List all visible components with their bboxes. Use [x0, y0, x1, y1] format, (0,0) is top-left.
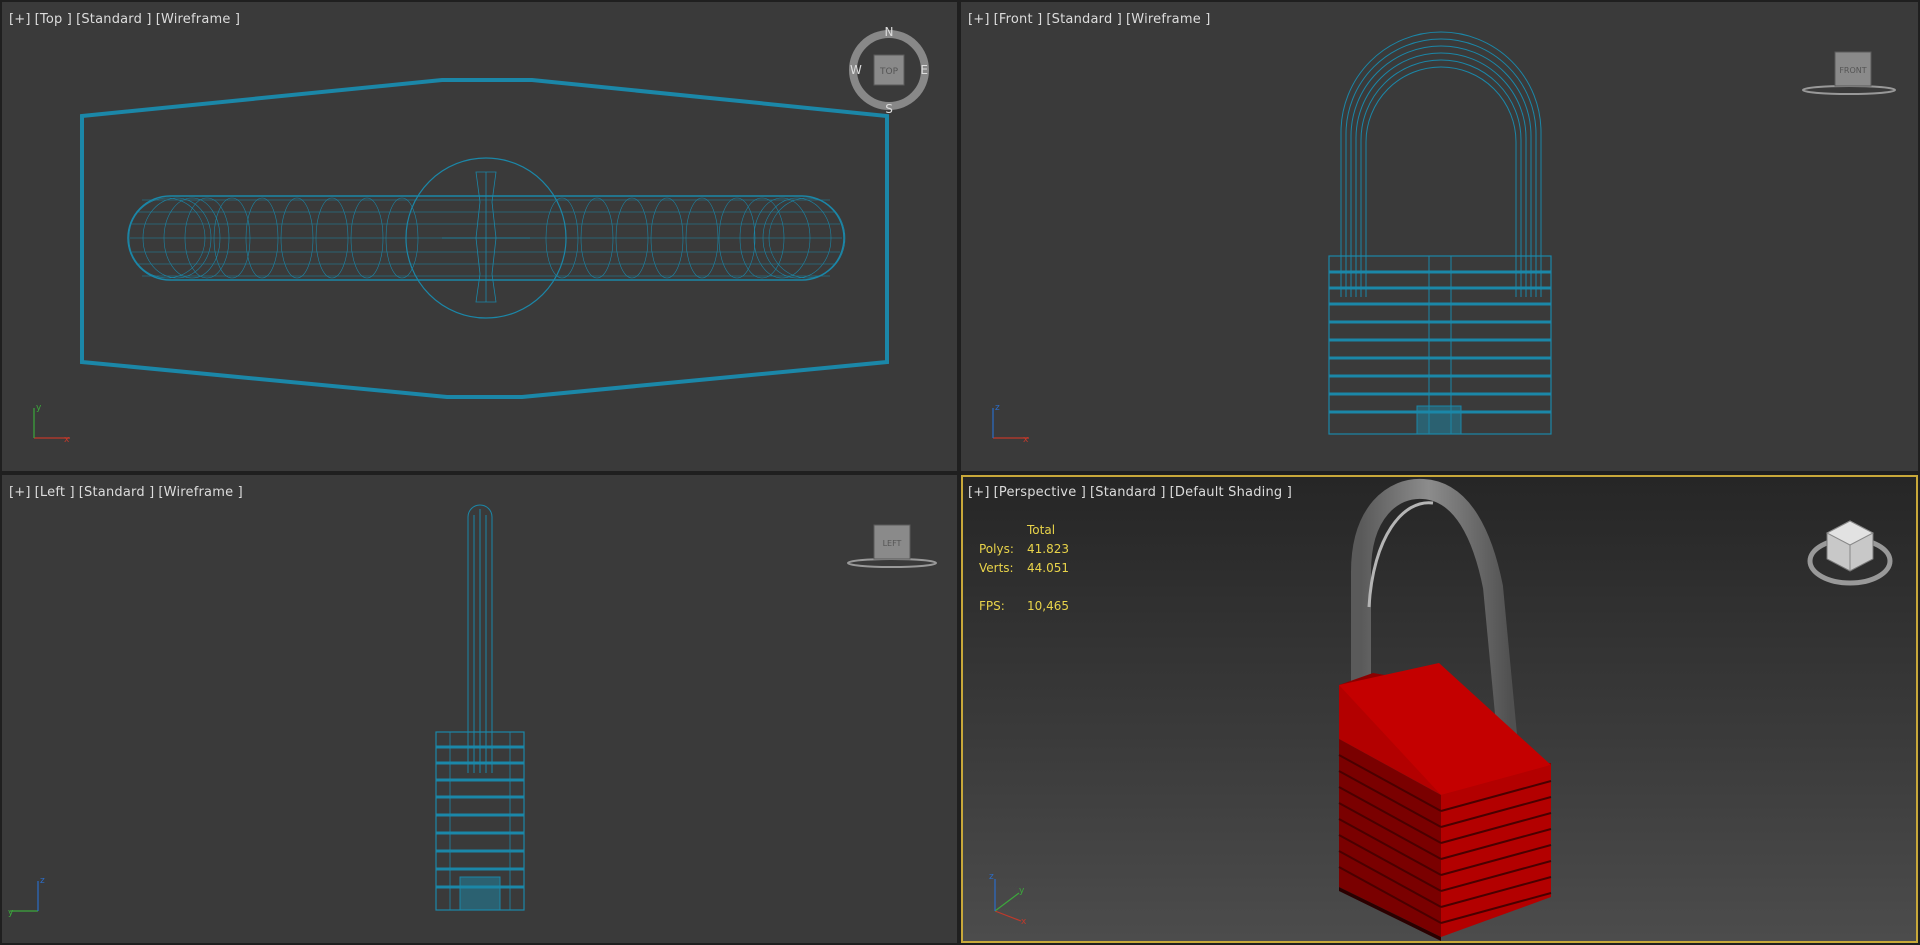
- axis-z-label: z: [995, 403, 1000, 413]
- viewcube-compass[interactable]: TOP N S E W: [848, 24, 930, 114]
- top-wireframe-scene: [80, 78, 889, 399]
- lock-body-outline-top: [80, 78, 889, 399]
- axis-y-label: y: [1019, 886, 1025, 896]
- viewcube[interactable]: LEFT: [844, 523, 944, 573]
- perspective-shaded-scene: [1338, 478, 1552, 941]
- axis-z-label: z: [989, 872, 994, 882]
- viewport-front[interactable]: [+] [Front ] [Standard ] [Wireframe ] FR…: [961, 2, 1918, 471]
- axis-tripod-front: x z: [992, 403, 1029, 445]
- key-slot-top: [442, 171, 530, 303]
- viewport-perspective[interactable]: [+] [Perspective ] [Standard ] [Default Sha…: [961, 475, 1918, 943]
- viewport-grid: [+] [Top ] [Standard ] [Wireframe ] TOP …: [0, 0, 1920, 945]
- viewcube-face-label: LEFT: [883, 539, 902, 548]
- compass-north: N: [885, 25, 894, 39]
- viewcube-face-label: TOP: [879, 67, 899, 77]
- axis-x-label: x: [1021, 917, 1027, 925]
- viewport-top[interactable]: [+] [Top ] [Standard ] [Wireframe ] TOP …: [2, 2, 957, 471]
- axis-x-label: x: [1023, 435, 1029, 445]
- viewcube[interactable]: FRONT: [1799, 48, 1899, 98]
- compass-west: W: [850, 63, 862, 77]
- viewcube-perspective[interactable]: [1805, 511, 1895, 591]
- axis-tripod-left: y z: [8, 876, 45, 918]
- viewport-left[interactable]: [+] [Left ] [Standard ] [Wireframe ] LEF…: [2, 475, 957, 943]
- axis-tripod-top: x y: [33, 403, 70, 445]
- axis-tripod-perspective: x y z: [989, 872, 1027, 925]
- shackle-front: [1340, 31, 1542, 297]
- axis-y-label: y: [36, 403, 42, 413]
- axis-z-label: z: [40, 876, 45, 886]
- left-wireframe-scene: [435, 504, 525, 911]
- compass-south: S: [885, 102, 893, 114]
- front-wireframe-scene: [1328, 31, 1552, 435]
- viewcube-face-label: FRONT: [1839, 66, 1866, 75]
- lock-body-shaded: [1338, 663, 1552, 941]
- axis-y-label: y: [8, 908, 14, 918]
- axis-x-label: x: [64, 435, 70, 445]
- shackle-left: [467, 504, 493, 773]
- lock-body-front: [1328, 255, 1552, 435]
- compass-east: E: [920, 63, 928, 77]
